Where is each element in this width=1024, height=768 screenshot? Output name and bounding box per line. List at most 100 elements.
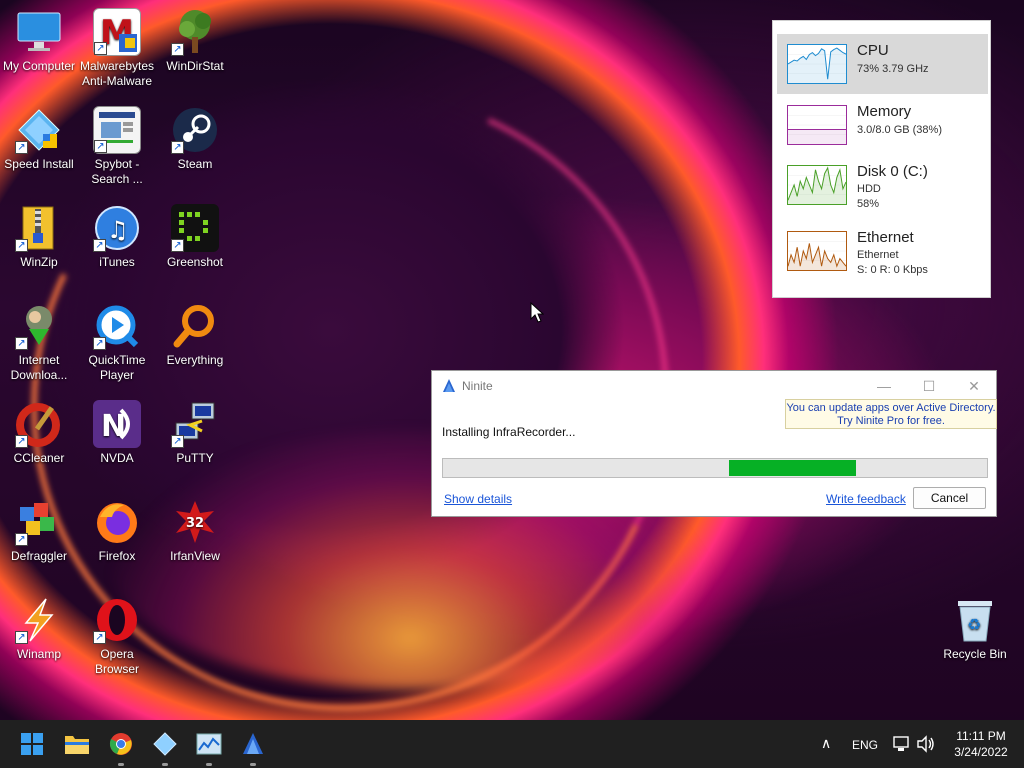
taskbar-chrome[interactable] bbox=[105, 728, 137, 766]
ninite-window: Ninite — ☐ ✕ You can update apps over Ac… bbox=[431, 370, 997, 517]
shortcut-arrow-icon: ↗ bbox=[15, 435, 28, 448]
icon-label: QuickTime Player bbox=[88, 353, 146, 382]
promo-line-2: Try Ninite Pro for free. bbox=[837, 415, 945, 427]
desktop-icon-opera[interactable]: ↗ Opera Browser bbox=[78, 596, 156, 677]
perf-title: Memory bbox=[857, 103, 912, 120]
taskbar-file-explorer[interactable] bbox=[61, 728, 93, 760]
shortcut-arrow-icon: ↗ bbox=[15, 337, 28, 350]
desktop-icon-quicktime[interactable]: ↗ QuickTime Player bbox=[78, 302, 156, 383]
window-title: Ninite bbox=[462, 379, 493, 393]
desktop-icon-nvda[interactable]: N NVDA bbox=[78, 400, 156, 466]
icon-label: Speed Install bbox=[4, 157, 74, 171]
install-status: Installing InfraRecorder... bbox=[442, 425, 576, 439]
icon-label: Opera Browser bbox=[94, 647, 139, 676]
quicktime-icon: ↗ bbox=[93, 302, 141, 350]
nvda-icon: N bbox=[93, 400, 141, 448]
desktop-icon-malwarebytes[interactable]: M ↗ Malwarebytes Anti-Malware bbox=[78, 8, 156, 89]
close-button[interactable]: ✕ bbox=[954, 375, 994, 397]
memory-graph bbox=[787, 105, 847, 145]
desktop-icon-my-computer[interactable]: My Computer bbox=[0, 8, 78, 74]
desktop-icon-recycle-bin[interactable]: ♻ Recycle Bin bbox=[936, 596, 1014, 662]
desktop-icon-ccleaner[interactable]: ↗ CCleaner bbox=[0, 400, 78, 466]
desktop-icon-greenshot[interactable]: ↗ Greenshot bbox=[156, 204, 234, 270]
shortcut-arrow-icon: ↗ bbox=[15, 631, 28, 644]
recycle-bin-icon: ♻ bbox=[951, 596, 999, 644]
monitor-icon bbox=[15, 8, 63, 56]
ninite-pro-promo[interactable]: You can update apps over Active Director… bbox=[785, 399, 997, 429]
desktop-icon-putty[interactable]: ↗ PuTTY bbox=[156, 400, 234, 466]
steam-icon: ↗ bbox=[171, 106, 219, 154]
icon-label: WinDirStat bbox=[166, 59, 224, 73]
icon-label: Steam bbox=[177, 157, 213, 171]
opera-icon: ↗ bbox=[93, 596, 141, 644]
perf-title: Disk 0 (C:) bbox=[857, 163, 928, 180]
icon-label: WinZip bbox=[20, 255, 58, 269]
svg-text:32: 32 bbox=[186, 516, 204, 531]
graph-area bbox=[788, 129, 846, 144]
volume-icon[interactable] bbox=[916, 735, 936, 753]
desktop-icon-windirstat[interactable]: ↗ WinDirStat bbox=[156, 8, 234, 74]
minimize-button[interactable]: — bbox=[864, 375, 904, 397]
show-details-link[interactable]: Show details bbox=[444, 492, 512, 506]
perf-detail: 73% 3.79 GHz bbox=[857, 63, 929, 75]
desktop-icon-winzip[interactable]: ↗ WinZip bbox=[0, 204, 78, 270]
start-button[interactable] bbox=[16, 728, 48, 760]
promo-line-1: You can update apps over Active Director… bbox=[786, 402, 996, 414]
maximize-button[interactable]: ☐ bbox=[909, 375, 949, 397]
desktop-icon-spybot[interactable]: ↗ Spybot - Search ... bbox=[78, 106, 156, 187]
icon-label: Everything bbox=[166, 353, 224, 367]
perf-detail: S: 0 R: 0 Kbps bbox=[857, 264, 928, 276]
irfanview-icon: 32 bbox=[171, 498, 219, 546]
graph-area bbox=[788, 48, 846, 83]
perf-row-disk[interactable]: Disk 0 (C:) HDD 58% bbox=[777, 155, 988, 221]
taskbar-speed-install[interactable] bbox=[149, 728, 181, 766]
desktop-icon-firefox[interactable]: Firefox bbox=[78, 498, 156, 564]
icon-label: Defraggler bbox=[10, 549, 68, 563]
shortcut-arrow-icon: ↗ bbox=[171, 141, 184, 154]
perf-adapter: Ethernet bbox=[857, 249, 899, 261]
malwarebytes-icon: M ↗ bbox=[93, 8, 141, 56]
title-bar[interactable]: Ninite — ☐ ✕ bbox=[432, 371, 996, 401]
speed-install-icon: ↗ bbox=[15, 106, 63, 154]
desktop-icon-defraggler[interactable]: ↗ Defraggler bbox=[0, 498, 78, 564]
ccleaner-icon: ↗ bbox=[15, 400, 63, 448]
icon-label: Spybot - Search ... bbox=[91, 157, 143, 186]
download-manager-icon: ↗ bbox=[15, 302, 63, 350]
cpu-graph bbox=[787, 44, 847, 84]
desktop-icon-everything[interactable]: Everything bbox=[156, 302, 234, 368]
progress-fill bbox=[728, 460, 857, 476]
svg-text:♫: ♫ bbox=[107, 216, 129, 244]
perf-detail: 3.0/8.0 GB (38%) bbox=[857, 124, 942, 136]
install-progress-bar bbox=[442, 458, 988, 478]
desktop-icon-itunes[interactable]: ♫ ↗ iTunes bbox=[78, 204, 156, 270]
perf-row-ethernet[interactable]: Ethernet Ethernet S: 0 R: 0 Kbps bbox=[777, 221, 988, 287]
desktop-icon-steam[interactable]: ↗ Steam bbox=[156, 106, 234, 172]
input-language-indicator[interactable]: ENG bbox=[852, 738, 878, 752]
desktop-icon-irfanview[interactable]: 32 IrfanView bbox=[156, 498, 234, 564]
shortcut-arrow-icon: ↗ bbox=[93, 631, 106, 644]
desktop-icon-winamp[interactable]: ↗ Winamp bbox=[0, 596, 78, 662]
perf-disk-type: HDD bbox=[857, 183, 881, 195]
icon-label: PuTTY bbox=[176, 451, 214, 465]
icon-label: IrfanView bbox=[170, 549, 220, 563]
write-feedback-link[interactable]: Write feedback bbox=[826, 492, 906, 506]
icon-label: Internet Downloa... bbox=[10, 353, 68, 382]
desktop-icon-speed-install[interactable]: ↗ Speed Install bbox=[0, 106, 78, 172]
taskbar-task-manager[interactable] bbox=[193, 728, 225, 766]
ninite-app-icon bbox=[443, 379, 455, 392]
icon-label: Greenshot bbox=[166, 255, 224, 269]
disk-graph bbox=[787, 165, 847, 205]
perf-row-memory[interactable]: Memory 3.0/8.0 GB (38%) bbox=[777, 95, 988, 155]
show-hidden-icons-button[interactable]: ∧ bbox=[821, 735, 831, 752]
cancel-button[interactable]: Cancel bbox=[913, 487, 986, 509]
performance-widget: CPU 73% 3.79 GHz Memory 3.0/8.0 GB (38%)… bbox=[772, 20, 991, 298]
network-icon[interactable] bbox=[892, 735, 910, 753]
shortcut-arrow-icon: ↗ bbox=[171, 435, 184, 448]
desktop-icon-internet-download-manager[interactable]: ↗ Internet Downloa... bbox=[0, 302, 78, 383]
icon-label: NVDA bbox=[100, 451, 134, 465]
magnifier-icon bbox=[171, 302, 219, 350]
taskbar-ninite[interactable] bbox=[237, 728, 269, 766]
shortcut-arrow-icon: ↗ bbox=[94, 42, 107, 55]
perf-row-cpu[interactable]: CPU 73% 3.79 GHz bbox=[777, 34, 988, 94]
clock[interactable]: 11:11 PM 3/24/2022 bbox=[948, 729, 1014, 759]
